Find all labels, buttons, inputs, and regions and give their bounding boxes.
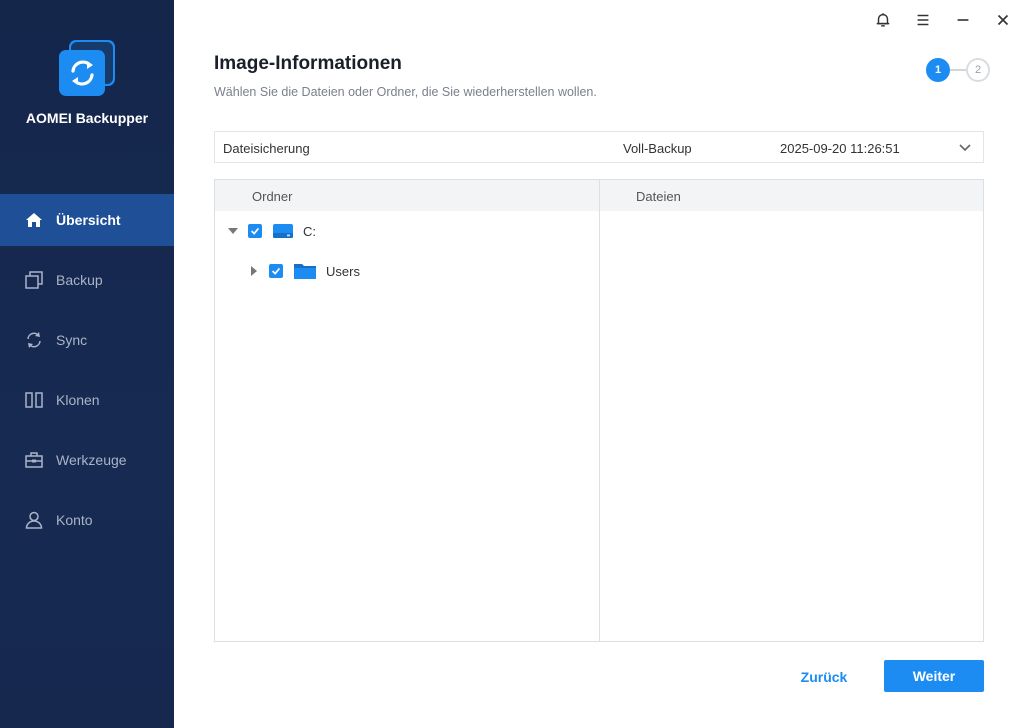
sidebar: AOMEI Backupper Übersicht Backup Sync Kl… bbox=[0, 0, 174, 728]
drive-icon bbox=[272, 221, 294, 241]
home-icon bbox=[24, 210, 44, 230]
backup-name: Dateisicherung bbox=[223, 141, 310, 156]
sidebar-item-sync[interactable]: Sync bbox=[0, 314, 174, 366]
user-icon bbox=[24, 510, 44, 530]
sidebar-item-klonen[interactable]: Klonen bbox=[0, 374, 174, 426]
menu-icon[interactable] bbox=[913, 10, 933, 30]
minimize-icon[interactable] bbox=[953, 10, 973, 30]
tree-item-drive-c[interactable]: C: bbox=[227, 220, 316, 242]
clone-icon bbox=[24, 390, 44, 410]
sidebar-item-konto[interactable]: Konto bbox=[0, 494, 174, 546]
sidebar-item-uebersicht[interactable]: Übersicht bbox=[0, 194, 174, 246]
step-1: 1 bbox=[926, 58, 950, 82]
next-button[interactable]: Weiter bbox=[884, 660, 984, 692]
backup-date: 2025-09-20 11:26:51 bbox=[780, 141, 900, 156]
tree-checkbox[interactable] bbox=[248, 224, 262, 238]
sidebar-item-label: Klonen bbox=[56, 392, 100, 408]
close-icon[interactable] bbox=[993, 10, 1013, 30]
aomei-logo-icon bbox=[59, 40, 115, 96]
stepper-connector bbox=[950, 69, 966, 71]
tree-item-label: C: bbox=[303, 223, 316, 239]
app-name: AOMEI Backupper bbox=[25, 110, 149, 126]
backup-selector[interactable]: Dateisicherung Voll-Backup 2025-09-20 11… bbox=[214, 131, 984, 163]
folders-column-header: Ordner bbox=[215, 180, 599, 211]
files-column-header: Dateien bbox=[600, 180, 983, 211]
backup-type: Voll-Backup bbox=[623, 141, 692, 156]
file-browser: Ordner Dateien C: Users bbox=[214, 179, 984, 642]
sidebar-item-label: Backup bbox=[56, 272, 103, 288]
tree-item-users[interactable]: Users bbox=[248, 260, 360, 282]
sidebar-item-label: Konto bbox=[56, 512, 93, 528]
sidebar-item-label: Sync bbox=[56, 332, 88, 348]
step-2: 2 bbox=[966, 58, 990, 82]
backup-icon bbox=[24, 270, 44, 290]
sidebar-item-label: Übersicht bbox=[56, 212, 121, 228]
tree-checkbox[interactable] bbox=[269, 264, 283, 278]
folder-icon bbox=[293, 261, 317, 281]
page-title: Image-Informationen bbox=[214, 53, 402, 74]
page-subtitle: Wählen Sie die Dateien oder Ordner, die … bbox=[214, 85, 597, 99]
chevron-down-icon[interactable] bbox=[957, 139, 973, 155]
sidebar-item-backup[interactable]: Backup bbox=[0, 254, 174, 306]
sidebar-item-label: Werkzeuge bbox=[56, 452, 127, 468]
caret-down-icon[interactable] bbox=[227, 225, 239, 237]
column-divider[interactable] bbox=[599, 180, 600, 641]
back-button[interactable]: Zurück bbox=[782, 662, 866, 692]
stepper: 1 2 bbox=[924, 57, 996, 85]
tree-item-label: Users bbox=[326, 263, 360, 279]
sidebar-item-werkzeuge[interactable]: Werkzeuge bbox=[0, 434, 174, 486]
sidebar-nav: Übersicht Backup Sync Klonen Werkzeuge K… bbox=[0, 194, 174, 554]
bell-icon[interactable] bbox=[873, 10, 893, 30]
toolbox-icon bbox=[24, 450, 44, 470]
caret-right-icon[interactable] bbox=[248, 265, 260, 277]
sync-icon bbox=[24, 330, 44, 350]
